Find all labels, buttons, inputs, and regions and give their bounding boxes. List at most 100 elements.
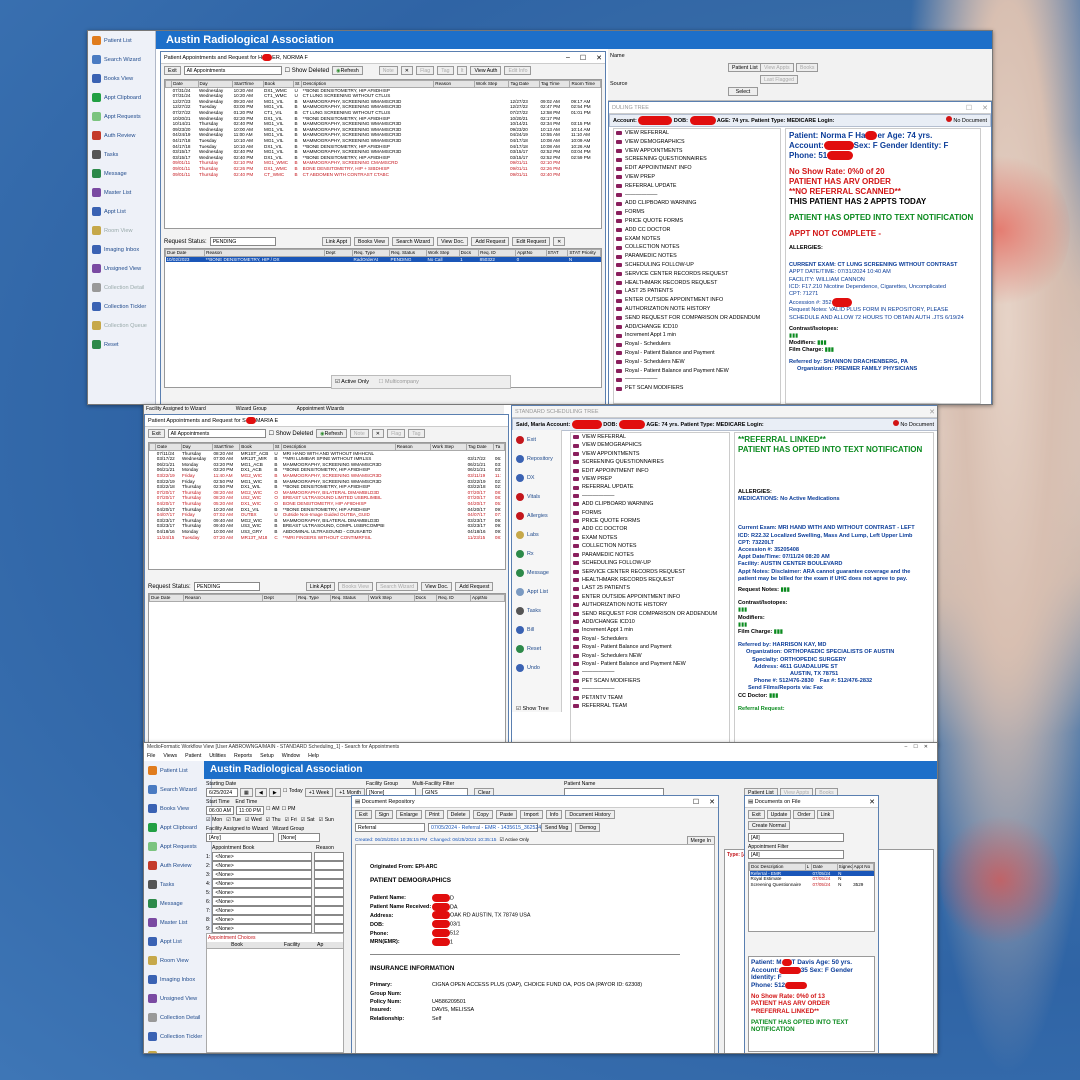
sidebar-item-books-view[interactable]: Books View [88, 69, 155, 88]
sidebar-item-tasks[interactable]: Tasks [88, 145, 155, 164]
show-deleted-checkbox[interactable]: ☐ Show Deleted [269, 430, 313, 437]
tree-item[interactable]: LAST 25 PATIENTS [616, 287, 780, 296]
link-button[interactable]: Link [816, 810, 835, 819]
books-viewbutton[interactable]: Books View [354, 237, 390, 246]
tree-item[interactable]: Royal - Patient Balance and Payment [573, 643, 729, 651]
document-select[interactable]: 07/05/2024 - Referral - EMR - 1435615_36… [428, 823, 550, 832]
tree-item[interactable]: SCREENING QUESTIONNAIRES [573, 458, 729, 466]
day-checkbox-mon[interactable]: ☑ Mon [206, 817, 222, 823]
side-tab-exit[interactable]: Exit [512, 430, 561, 449]
tree-item[interactable]: VIEW PREP [573, 475, 729, 483]
tree-item[interactable]: REFERRAL TEAM [573, 702, 729, 710]
side-tab-vitals[interactable]: Vitals [512, 487, 561, 506]
delete-button[interactable]: ✕ [400, 66, 414, 75]
facility-select[interactable]: [Any] [206, 833, 274, 842]
sidebar-item-imaging-inbox[interactable]: Imaging Inbox [144, 970, 211, 989]
side-tab-reset[interactable]: Reset [512, 639, 561, 658]
demog-button[interactable]: Demog [575, 823, 601, 832]
tree-item[interactable]: Royal - Patient Balance and Payment NEW [573, 660, 729, 668]
tree-item[interactable]: ADD CC DOCTOR [573, 525, 729, 533]
window-controls[interactable]: –☐✕ [905, 744, 934, 750]
am-checkbox[interactable]: ☐ AM [266, 806, 280, 815]
sidebar-item-appt-requests[interactable]: Appt Requests [144, 837, 211, 856]
tree-item[interactable]: Royal - Patient Balance and Payment NEW [616, 367, 780, 376]
tree-item[interactable]: PET SCAN MODIFIERS [573, 677, 729, 685]
sidebar-item-auth-review[interactable]: Auth Review [88, 126, 155, 145]
reason-select[interactable] [314, 879, 345, 888]
sidebar-item-auth-review[interactable]: Auth Review [144, 856, 211, 875]
tree-item[interactable]: HEALTHMARK RECORDS REQUEST [616, 279, 780, 288]
show-tree-checkbox[interactable]: ☑ Show Tree [516, 706, 549, 712]
sidebar-item-collection-queue[interactable]: Collection Queue [88, 316, 155, 335]
sidebar-item-appt-list[interactable]: Appt List [88, 202, 155, 221]
close-request-button[interactable]: ✕ [553, 237, 566, 246]
appointment-filter-select[interactable]: [All] [748, 850, 844, 859]
tree-item[interactable]: REFERRAL UPDATE [573, 483, 729, 491]
reason-select[interactable] [314, 915, 345, 924]
tree-item[interactable]: VIEW APPOINTMENTS [616, 147, 780, 156]
today-checkbox[interactable]: ☐ Today [283, 788, 303, 797]
last-flagged-button[interactable]: Last Flagged [760, 75, 798, 84]
tree-item[interactable]: SEND REQUEST FOR COMPARISON OR ADDENDUM [616, 314, 780, 323]
menu-item-window[interactable]: Window [282, 753, 300, 760]
tree-item[interactable]: SCREENING QUESTIONNAIRES [616, 155, 780, 164]
link-apptbutton[interactable]: Link Appt [321, 237, 352, 246]
calendar-icon[interactable]: ▦ [240, 788, 253, 797]
appointment-book-select[interactable]: <None> [212, 924, 313, 933]
side-tab-allergies[interactable]: Allergies [512, 506, 561, 525]
tree-item[interactable]: SCHEDULING FOLLOW-UP [616, 261, 780, 270]
menu-item-reports[interactable]: Reports [234, 753, 252, 760]
tree-item[interactable]: ADD CLIPBOARD WARNING [573, 500, 729, 508]
show-deleted-checkbox[interactable]: ☐ Show Deleted [285, 67, 329, 74]
print-button[interactable]: Print [424, 810, 444, 819]
reason-select[interactable] [314, 888, 345, 897]
sidebar-item-message[interactable]: Message [144, 894, 211, 913]
sidebar-item-appt-clipboard[interactable]: Appt Clipboard [144, 818, 211, 837]
day-checkbox-fri[interactable]: ☑ Fri [285, 817, 297, 823]
sidebar-item-room-view[interactable]: Room View [144, 951, 211, 970]
document-type-select[interactable]: Referral [355, 823, 425, 832]
active-only-checkbox[interactable]: ☑ Active Only [499, 838, 529, 843]
tag-button[interactable]: Tag [437, 66, 454, 75]
sidebar-item-patient-list[interactable]: Patient List [144, 761, 211, 780]
start-time-select[interactable]: 06:00 AM [206, 806, 234, 815]
tag-button[interactable]: Tag [408, 429, 425, 438]
order-button[interactable]: Order [793, 810, 815, 819]
request-status-select[interactable]: PENDING [209, 237, 276, 246]
tree-item[interactable]: EDIT APPOINTMENT INFO [616, 164, 780, 173]
sidebar-item-appt-requests[interactable]: Appt Requests [88, 107, 155, 126]
send-msg-button[interactable]: Send Msg [541, 823, 573, 832]
exit-button[interactable]: Exit [164, 66, 181, 75]
sidebar-item-collection-detail[interactable]: Collection Detail [88, 278, 155, 297]
sign-button[interactable]: Sign [374, 810, 394, 819]
tree-item[interactable]: FORMS [573, 509, 729, 517]
type-filter-select[interactable]: [All] [748, 833, 844, 842]
note-button[interactable]: Note [378, 66, 398, 75]
info-button[interactable]: Info [545, 810, 563, 819]
day-checkbox-sun[interactable]: ☑ Sun [319, 817, 334, 823]
tree-item[interactable]: COLLECTION NOTES [616, 243, 780, 252]
menu-item-patient[interactable]: Patient [185, 753, 201, 760]
edit-requestbutton[interactable]: Edit Request [512, 237, 551, 246]
tree-item[interactable]: VIEW PREP [616, 173, 780, 182]
reason-select[interactable] [314, 870, 345, 879]
tree-item[interactable]: EXAM NOTES [573, 534, 729, 542]
select-button[interactable]: Select [728, 87, 758, 96]
tree-item[interactable]: PARAMEDIC NOTES [573, 551, 729, 559]
window-controls[interactable]: ☐ ✕ [966, 104, 988, 112]
tree-item[interactable]: SERVICE CENTER RECORDS REQUEST [573, 568, 729, 576]
appointment-book-select[interactable]: <None> [212, 879, 313, 888]
appointment-book-select[interactable]: <None> [212, 861, 313, 870]
refresh-button[interactable]: ◉Refresh [332, 66, 363, 75]
note-button[interactable]: Note [349, 429, 369, 438]
menu-item-help[interactable]: Help [308, 753, 319, 760]
day-checkbox-tue[interactable]: ☑ Tue [226, 817, 241, 823]
wizard-group-select[interactable]: [None] [278, 833, 320, 842]
day-checkbox-wed[interactable]: ☑ Wed [245, 817, 262, 823]
sidebar-item-books-view[interactable]: Books View [144, 799, 211, 818]
reason-select[interactable] [314, 897, 345, 906]
tree-item[interactable]: Royal - Schedulers [616, 340, 780, 349]
reason-select[interactable] [314, 906, 345, 915]
tree-item[interactable]: SEND REQUEST FOR COMPARISON OR ADDENDUM [573, 610, 729, 618]
edit-info-button[interactable]: Edit Info [504, 66, 532, 75]
